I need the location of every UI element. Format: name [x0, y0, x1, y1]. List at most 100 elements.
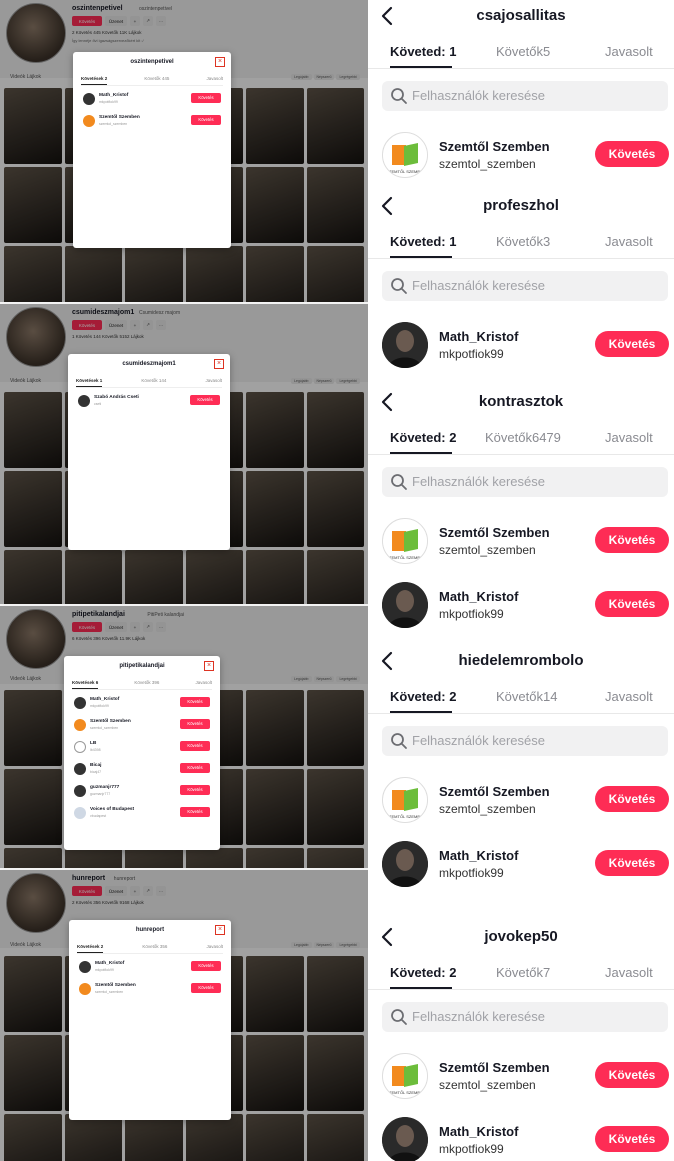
modal-user-row[interactable]: guzmanjr777 guzmanjr777 Követés: [74, 784, 210, 800]
user-row[interactable]: Math_Kristof mkpotfiok99 Követés: [368, 1115, 674, 1161]
search-input[interactable]: Felhasználók keresése: [382, 467, 668, 497]
close-icon[interactable]: ×: [204, 661, 214, 671]
follow-button[interactable]: Követés: [595, 1126, 669, 1152]
follow-button[interactable]: Követés: [180, 785, 210, 795]
tab-followers[interactable]: Követők6479: [485, 430, 561, 445]
tab-following[interactable]: Követed: 1: [390, 44, 456, 59]
user-handle: mkpotfiok99: [439, 347, 504, 361]
tab-followers[interactable]: Követők14: [496, 689, 557, 704]
search-placeholder: Felhasználók keresése: [412, 88, 545, 103]
user-name: Szabó András Cseti: [94, 395, 139, 400]
modal-user-row[interactable]: LB lb4398 Követés: [74, 740, 210, 756]
user-name: Math_Kristof: [439, 589, 519, 604]
following-modal: hunreport × Követések 2 Követők 356 Javasolt…: [69, 920, 231, 1120]
modal-user-row[interactable]: Math_Kristof mkpotfiok99 Követés: [83, 92, 221, 108]
search-input[interactable]: Felhasználók keresése: [382, 271, 668, 301]
modal-tabs: Követések 2 Követők 356 Javasolt: [77, 944, 223, 954]
user-row[interactable]: SZEMTŐL SZEMBEN Szemtől Szemben szemtol_sz…: [368, 775, 674, 825]
modal-tab[interactable]: Követések 2: [81, 76, 108, 85]
follow-button[interactable]: Követés: [595, 591, 669, 617]
modal-tab[interactable]: Javasolt: [205, 378, 222, 387]
follow-button[interactable]: Követés: [595, 786, 669, 812]
close-icon[interactable]: ×: [215, 925, 225, 935]
user-row[interactable]: SZEMTŐL SZEMBEN Szemtől Szemben szemtol_sz…: [368, 1051, 674, 1101]
follow-button[interactable]: Követés: [180, 697, 210, 707]
tab-suggested[interactable]: Javasolt: [605, 689, 653, 704]
user-handle: mkpotfiok99: [95, 968, 114, 972]
follow-button[interactable]: Követés: [190, 395, 220, 405]
tab-followers[interactable]: Követők3: [496, 234, 550, 249]
follow-button[interactable]: Követés: [191, 961, 221, 971]
follow-button[interactable]: Követés: [180, 719, 210, 729]
modal-user-row[interactable]: Szemtől Szemben szemtol_szemben Követés: [79, 982, 221, 998]
tab-suggested[interactable]: Javasolt: [605, 44, 653, 59]
tab-following[interactable]: Követed: 2: [390, 689, 456, 704]
user-row[interactable]: Math_Kristof mkpotfiok99 Követés: [368, 320, 674, 370]
user-avatar: SZEMTŐL SZEMBEN: [382, 132, 428, 178]
tab-followers[interactable]: Követők5: [496, 44, 550, 59]
user-avatar: [74, 741, 86, 753]
tab-following[interactable]: Követed: 2: [390, 965, 456, 980]
modal-tab[interactable]: Követések 1: [76, 378, 103, 387]
modal-user-row[interactable]: Voices of Budapest vbudapest Követés: [74, 806, 210, 822]
follow-button[interactable]: Követés: [191, 983, 221, 993]
modal-tab[interactable]: Követők 144: [141, 378, 166, 387]
user-name: Math_Kristof: [95, 961, 125, 966]
tab-suggested[interactable]: Javasolt: [605, 234, 653, 249]
left-screenshots-column: oszintenpetivel oszintenpetivel Követés Üze…: [0, 0, 368, 1161]
modal-title: oszintenpetivel: [130, 59, 174, 65]
modal-tab[interactable]: Javasolt: [206, 944, 223, 953]
user-avatar: SZEMTŐL SZEMBEN: [382, 777, 428, 823]
user-handle: mkpotfiok99: [439, 866, 504, 880]
modal-tab[interactable]: Javasolt: [206, 76, 223, 85]
follow-button[interactable]: Követés: [180, 763, 210, 773]
modal-user-row[interactable]: Bicaj bicaj47 Követés: [74, 762, 210, 778]
modal-tab[interactable]: Követések 2: [77, 944, 104, 953]
close-icon[interactable]: ×: [214, 359, 224, 369]
follow-button[interactable]: Követés: [595, 527, 669, 553]
user-avatar: [74, 719, 86, 731]
close-icon[interactable]: ×: [215, 57, 225, 67]
search-input[interactable]: Felhasználók keresése: [382, 81, 668, 111]
modal-user-row[interactable]: Szemtől Szemben szemtol_szemben Követés: [83, 114, 221, 130]
user-handle: cseti: [94, 402, 102, 406]
user-handle: guzmanjr777: [90, 792, 111, 796]
modal-user-row[interactable]: Math_Kristof mkpotfiok99 Követés: [74, 696, 210, 712]
follow-button[interactable]: Követés: [595, 331, 669, 357]
user-avatar: [74, 763, 86, 775]
tab-following[interactable]: Követed: 2: [390, 430, 456, 445]
following-section: jovokep50 Követed: 2 Követők7 Javasolt Felha…: [368, 921, 674, 1161]
modal-tab[interactable]: Követők 356: [142, 944, 167, 953]
divider: [368, 989, 674, 990]
tab-followers[interactable]: Követők7: [496, 965, 550, 980]
follow-button[interactable]: Követés: [180, 741, 210, 751]
follow-button[interactable]: Követés: [595, 141, 669, 167]
modal-tab[interactable]: Követők 396: [134, 680, 159, 689]
follow-button[interactable]: Követés: [180, 807, 210, 817]
user-name: Szemtől Szemben: [439, 784, 550, 799]
following-modal: csumideszmajom1 × Követések 1 Követők 144 Ja…: [68, 354, 230, 550]
modal-tab[interactable]: Követések 6: [72, 680, 99, 689]
follow-button[interactable]: Követés: [191, 115, 221, 125]
user-row[interactable]: Math_Kristof mkpotfiok99 Követés: [368, 839, 674, 889]
user-row[interactable]: SZEMTŐL SZEMBEN Szemtől Szemben szemtol_sz…: [368, 130, 674, 180]
modal-user-row[interactable]: Math_Kristof mkpotfiok99 Követés: [79, 960, 221, 976]
follow-button[interactable]: Követés: [595, 850, 669, 876]
user-handle: lb4398: [90, 748, 101, 752]
modal-user-row[interactable]: Szemtől Szemben szemtol_szemben Követés: [74, 718, 210, 734]
tab-following[interactable]: Követed: 1: [390, 234, 456, 249]
user-handle: szemtol_szemben: [439, 1078, 536, 1092]
follow-button[interactable]: Követés: [595, 1062, 669, 1088]
search-input[interactable]: Felhasználók keresése: [382, 726, 668, 756]
following-section: kontrasztok Követed: 2 Követők6479 Javasolt…: [368, 386, 674, 666]
user-row[interactable]: SZEMTŐL SZEMBEN Szemtől Szemben szemtol_sz…: [368, 516, 674, 566]
tab-suggested[interactable]: Javasolt: [605, 965, 653, 980]
tab-suggested[interactable]: Javasolt: [605, 430, 653, 445]
modal-tab[interactable]: Követők 445: [144, 76, 169, 85]
following-section: hiedelemrombolo Követed: 2 Követők14 Javaso…: [368, 645, 674, 925]
search-input[interactable]: Felhasználók keresése: [382, 1002, 668, 1032]
follow-button[interactable]: Követés: [191, 93, 221, 103]
user-row[interactable]: Math_Kristof mkpotfiok99 Követés: [368, 580, 674, 630]
modal-user-row[interactable]: Szabó András Cseti cseti Követés: [78, 394, 220, 410]
modal-tab[interactable]: Javasolt: [195, 680, 212, 689]
